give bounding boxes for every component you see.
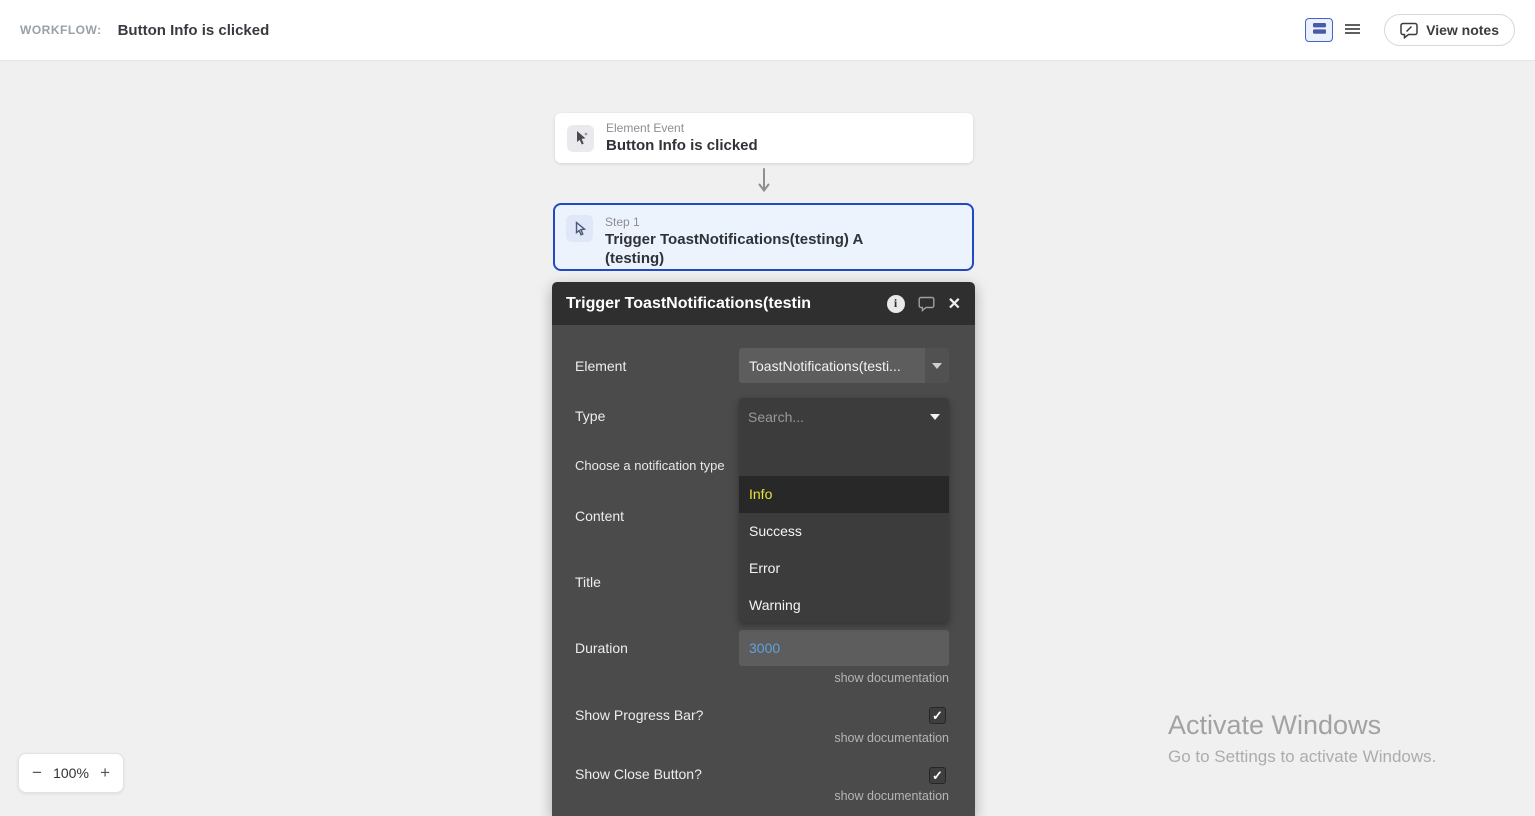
topbar: WORKFLOW: Button Info is clicked <box>0 0 1535 61</box>
show-documentation-link[interactable]: show documentation <box>739 671 949 685</box>
event-card[interactable]: Element Event Button Info is clicked <box>555 113 973 163</box>
type-option-error[interactable]: Error <box>739 550 949 587</box>
zoom-control: − 100% + <box>18 753 124 793</box>
windows-watermark: Activate Windows Go to Settings to activ… <box>1168 710 1436 767</box>
chevron-down-icon <box>930 414 940 420</box>
event-title: Button Info is clicked <box>606 136 758 155</box>
show-close-button-label: Show Close Button? <box>575 766 702 782</box>
workflow-label: WORKFLOW: <box>20 23 102 37</box>
type-option-warning[interactable]: Warning <box>739 587 949 624</box>
step-number-label: Step 1 <box>605 215 905 230</box>
progress-bar-checkbox[interactable]: ✓ <box>929 707 946 724</box>
zoom-in-button[interactable]: + <box>100 763 110 783</box>
view-list-button[interactable] <box>1338 18 1366 42</box>
step-card[interactable]: Step 1 Trigger ToastNotifications(testin… <box>553 203 974 271</box>
show-progress-bar-label: Show Progress Bar? <box>575 707 703 723</box>
popup-title: Trigger ToastNotifications(testin <box>566 295 874 313</box>
watermark-subtitle: Go to Settings to activate Windows. <box>1168 747 1436 767</box>
popup-body: Element ToastNotifications(testi... Type… <box>552 325 975 816</box>
zoom-level: 100% <box>53 765 89 781</box>
event-type-label: Element Event <box>606 121 758 136</box>
popup-header[interactable]: Trigger ToastNotifications(testin i ✕ <box>552 282 975 325</box>
type-options-list: Info Success Error Warning <box>739 476 949 624</box>
list-view-icon <box>1345 23 1360 38</box>
notes-icon <box>1400 22 1418 39</box>
type-search-input[interactable] <box>748 409 930 425</box>
comment-icon[interactable] <box>918 296 935 312</box>
view-notes-button[interactable]: View notes <box>1384 14 1515 46</box>
connector-arrow-icon <box>755 167 773 197</box>
show-documentation-link[interactable]: show documentation <box>739 731 949 745</box>
type-option-info[interactable]: Info <box>739 476 949 513</box>
element-dropdown[interactable]: ToastNotifications(testi... <box>739 348 949 383</box>
info-icon[interactable]: i <box>887 295 905 313</box>
title-label: Title <box>575 574 601 590</box>
action-property-editor: Trigger ToastNotifications(testin i ✕ El… <box>552 282 975 816</box>
duration-value: 3000 <box>749 640 780 656</box>
chevron-down-icon <box>925 348 949 383</box>
type-dropdown-panel: Info Success Error Warning <box>739 398 949 622</box>
element-label: Element <box>575 358 626 374</box>
show-documentation-link[interactable]: show documentation <box>739 789 949 803</box>
element-dropdown-value: ToastNotifications(testi... <box>739 358 925 374</box>
type-hint: Choose a notification type <box>575 458 725 473</box>
view-toggle <box>1305 18 1366 42</box>
step-title: Trigger ToastNotifications(testing) A (t… <box>605 230 905 268</box>
duration-label: Duration <box>575 640 628 656</box>
element-event-icon <box>567 125 594 152</box>
step-action-icon <box>566 215 593 242</box>
view-notes-label: View notes <box>1426 22 1499 38</box>
cards-view-icon <box>1312 22 1327 38</box>
zoom-out-button[interactable]: − <box>32 763 42 783</box>
watermark-title: Activate Windows <box>1168 710 1436 741</box>
content-label: Content <box>575 508 624 524</box>
workflow-title: Button Info is clicked <box>118 22 270 39</box>
close-button-checkbox[interactable]: ✓ <box>929 767 946 784</box>
view-cards-button[interactable] <box>1305 18 1333 42</box>
type-option-success[interactable]: Success <box>739 513 949 550</box>
workflow-editor: WORKFLOW: Button Info is clicked <box>0 0 1535 816</box>
type-search <box>739 398 949 435</box>
close-icon[interactable]: ✕ <box>948 294 961 314</box>
duration-input[interactable]: 3000 <box>739 630 949 666</box>
type-label: Type <box>575 408 605 424</box>
